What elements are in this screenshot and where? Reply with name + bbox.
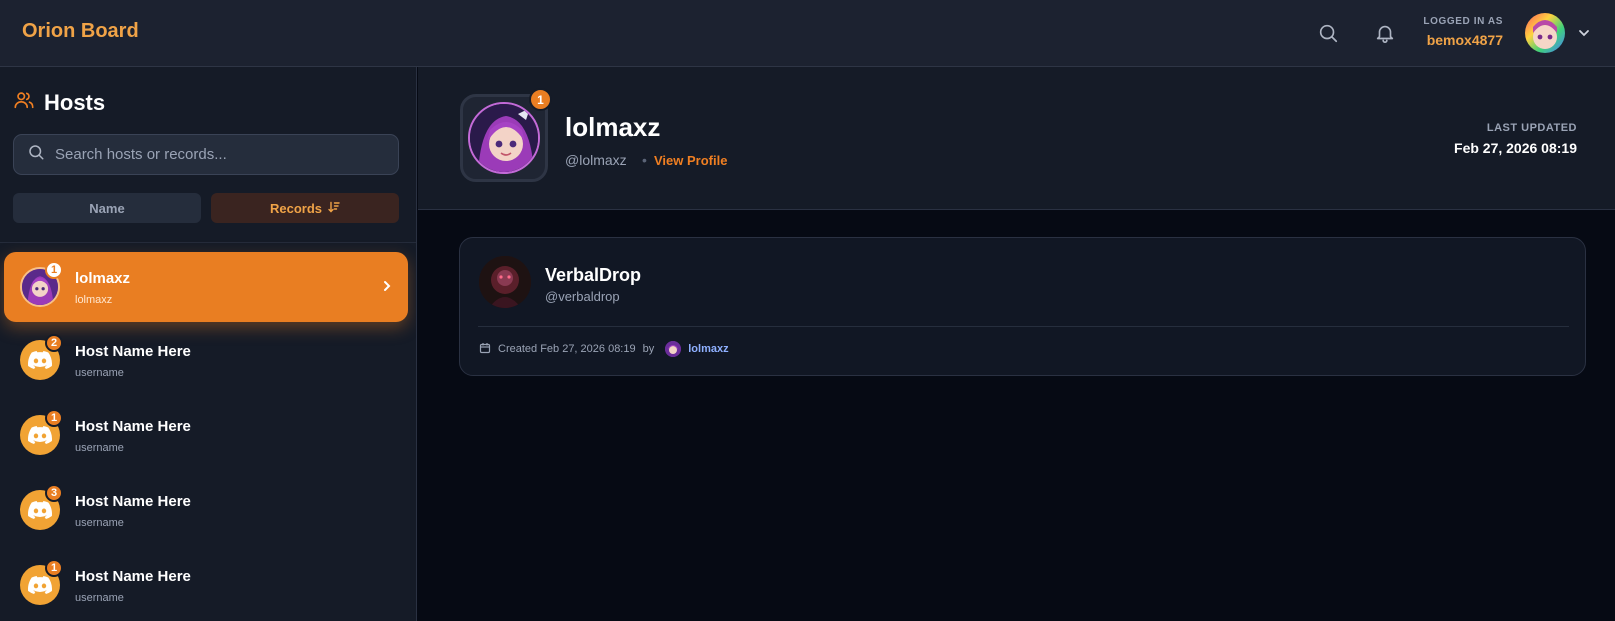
record-card[interactable]: VerbalDrop @verbaldrop Created Feb 27, 2… <box>459 237 1586 376</box>
sort-descending-icon <box>328 201 340 216</box>
created-text: Created Feb 27, 2026 08:19 <box>498 343 636 355</box>
host-username: lolmaxz <box>75 294 113 306</box>
users-icon <box>13 89 35 116</box>
last-updated-label: LAST UPDATED <box>1486 122 1577 134</box>
sidebar-divider <box>0 242 416 243</box>
host-name: Host Name Here <box>75 493 191 510</box>
creator-avatar <box>665 341 682 357</box>
record-handle: @verbaldrop <box>545 289 620 304</box>
bell-icon[interactable] <box>1372 20 1398 46</box>
logged-in-username[interactable]: bemox4877 <box>1423 32 1503 48</box>
search-input[interactable] <box>55 146 375 163</box>
search-box[interactable] <box>13 134 399 175</box>
hosts-title: Hosts <box>44 89 106 115</box>
host-username: username <box>75 367 124 379</box>
record-count-badge: 1 <box>45 559 63 577</box>
record-name: VerbalDrop <box>545 265 642 285</box>
hosts-header: Hosts <box>13 89 105 116</box>
host-list-item[interactable]: 2 Host Name Here username <box>4 325 408 395</box>
creator-link[interactable]: lolmaxz <box>688 343 728 355</box>
record-count-badge: 2 <box>45 334 63 352</box>
profile-handle: @lolmaxz <box>565 152 627 168</box>
separator-dot: • <box>642 152 647 168</box>
logged-in-label: LOGGED IN AS <box>1423 16 1503 27</box>
record-meta: Created Feb 27, 2026 08:19 by lolmaxz <box>479 341 729 357</box>
host-list-item[interactable]: 1 lolmaxz lolmaxz <box>4 252 408 322</box>
sort-records-label: Records <box>269 200 323 216</box>
host-name: Host Name Here <box>75 343 191 360</box>
login-info: LOGGED IN AS bemox4877 <box>1423 16 1503 48</box>
top-bar: Orion Board LOGGED IN AS bemox4877 <box>0 0 1615 67</box>
record-count-badge: 1 <box>45 261 63 279</box>
host-username: username <box>75 442 124 454</box>
last-updated: LAST UPDATED Feb 27, 2026 08:19 <box>1454 122 1577 156</box>
host-name: lolmaxz <box>75 270 131 287</box>
search-icon <box>27 143 45 166</box>
host-name: Host Name Here <box>75 568 191 585</box>
sort-by-records-button[interactable]: Records <box>211 193 399 223</box>
chevron-down-icon[interactable] <box>1576 25 1592 41</box>
user-avatar[interactable] <box>1525 13 1565 53</box>
profile-avatar <box>468 102 540 174</box>
search-icon[interactable] <box>1315 20 1341 46</box>
host-list-item[interactable]: 1 Host Name Here username <box>4 400 408 470</box>
view-profile-link[interactable]: View Profile <box>654 153 727 168</box>
host-list-item[interactable]: 3 Host Name Here username <box>4 475 408 545</box>
profile-record-badge: 1 <box>529 88 552 111</box>
sort-by-name-button[interactable]: Name <box>13 193 201 223</box>
calendar-icon <box>479 342 491 357</box>
record-avatar <box>479 256 531 308</box>
host-list-item[interactable]: 1 Host Name Here username <box>4 550 408 620</box>
hosts-sidebar: Hosts Name Records 1 lolmaxz lolmaxz <box>0 67 417 621</box>
profile-header: 1 lolmaxz @lolmaxz • View Profile LAST U… <box>418 67 1615 210</box>
record-divider <box>478 326 1569 327</box>
sort-name-label: Name <box>89 200 125 216</box>
record-count-badge: 3 <box>45 484 63 502</box>
chevron-right-icon <box>380 279 394 293</box>
profile-name: lolmaxz <box>565 112 661 142</box>
host-username: username <box>75 592 124 604</box>
app-title[interactable]: Orion Board <box>22 20 139 43</box>
last-updated-value: Feb 27, 2026 08:19 <box>1454 140 1577 156</box>
by-label: by <box>642 343 655 355</box>
record-count-badge: 1 <box>45 409 63 427</box>
host-username: username <box>75 517 124 529</box>
host-name: Host Name Here <box>75 418 191 435</box>
